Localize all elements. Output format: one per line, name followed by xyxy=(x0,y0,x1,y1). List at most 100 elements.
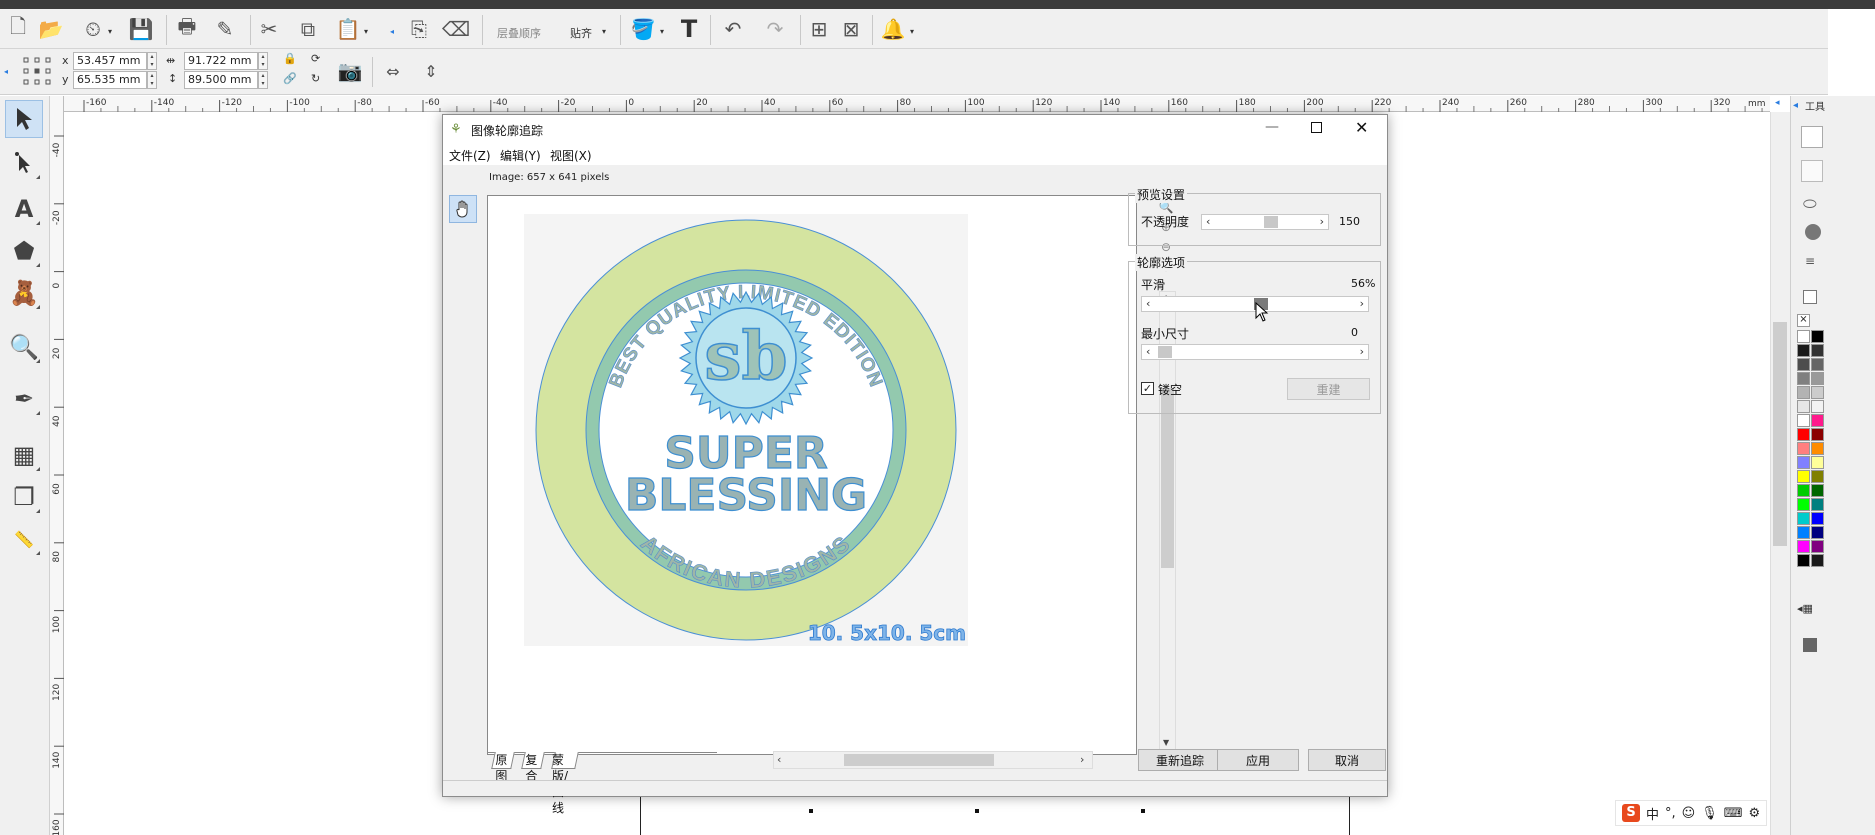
no-color-swatch[interactable]: ⨯ xyxy=(1797,314,1810,327)
clear-icon[interactable]: ⌫ xyxy=(442,16,470,42)
tab-original[interactable]: 原图 xyxy=(491,752,515,783)
cancel-button[interactable]: 取消 xyxy=(1308,749,1386,771)
ime-settings-icon[interactable]: ⚙ xyxy=(1749,806,1761,821)
lock-icon[interactable]: 🔒 xyxy=(283,52,297,65)
color-swatch[interactable] xyxy=(1811,554,1824,567)
x-position-field[interactable]: 53.457 mm xyxy=(73,52,147,70)
color-swatch[interactable] xyxy=(1797,554,1810,567)
menu-edit[interactable]: 编辑(Y) xyxy=(500,147,541,164)
reference-point-icon[interactable] xyxy=(22,55,52,87)
color-swatch[interactable] xyxy=(1811,400,1824,413)
ime-punct-icon[interactable]: °, xyxy=(1665,806,1676,821)
maximize-button[interactable] xyxy=(1311,122,1322,133)
color-swatch[interactable] xyxy=(1811,442,1824,455)
paste-icon[interactable]: 📋 xyxy=(335,16,361,42)
outline-swatch-icon[interactable] xyxy=(1803,290,1817,304)
import-icon[interactable]: ⎘ xyxy=(406,16,432,42)
min-size-slider-thumb[interactable] xyxy=(1158,346,1172,358)
reset-icon[interactable]: ↻ xyxy=(311,72,320,85)
tools-panel-tab[interactable]: 工具 xyxy=(1805,98,1825,113)
close-button[interactable]: ✕ xyxy=(1355,118,1368,137)
color-swatch[interactable] xyxy=(1811,512,1824,525)
panel-button[interactable] xyxy=(1801,160,1823,182)
color-swatch[interactable] xyxy=(1797,358,1810,371)
snap-label[interactable]: 贴齐 xyxy=(570,25,592,41)
group-icon[interactable]: ⊞ xyxy=(806,16,832,42)
pen-tool-icon[interactable]: ✒ xyxy=(5,380,43,418)
history-dropdown-icon[interactable]: ▾ xyxy=(108,27,112,36)
open-document-icon[interactable]: 📂 xyxy=(38,16,64,42)
ruler-scroll-left-icon[interactable]: ◂ xyxy=(1775,98,1780,108)
color-swatch[interactable] xyxy=(1811,484,1824,497)
copy-icon[interactable]: ⧉ xyxy=(295,16,321,42)
color-swatch[interactable] xyxy=(1797,456,1810,469)
color-swatch[interactable] xyxy=(1811,470,1824,483)
paint-bucket-icon[interactable]: 🪣 xyxy=(630,16,656,42)
menu-file[interactable]: 文件(Z) xyxy=(449,147,491,164)
color-swatch[interactable] xyxy=(1797,428,1810,441)
color-swatch[interactable] xyxy=(1811,414,1824,427)
x-spinner[interactable]: ▴ ▾ xyxy=(147,52,157,70)
fill-tool-icon[interactable]: ⬭ xyxy=(1803,194,1817,214)
panel-collapse-icon[interactable]: ◂ xyxy=(1793,100,1798,111)
color-swatch[interactable] xyxy=(1797,330,1810,343)
retrace-button[interactable]: 重新追踪 xyxy=(1138,749,1222,771)
circle-fill-icon[interactable] xyxy=(1805,224,1821,240)
print-icon[interactable]: 🖶 xyxy=(174,14,200,42)
opacity-slider[interactable]: ‹ › xyxy=(1201,214,1329,230)
menu-view[interactable]: 视图(X) xyxy=(550,147,592,164)
color-swatch[interactable] xyxy=(1797,498,1810,511)
width-field[interactable]: 91.722 mm xyxy=(184,52,258,70)
pen-icon[interactable]: ✎ xyxy=(212,16,238,42)
history-icon[interactable]: ⏲ xyxy=(80,16,106,42)
ruler-tool-icon[interactable]: 📏 xyxy=(5,520,43,558)
paste-dropdown-icon[interactable]: ▾ xyxy=(364,27,368,36)
color-swatch[interactable] xyxy=(1797,400,1810,413)
layers-tool-icon[interactable]: ❐ xyxy=(5,478,43,516)
apply-button[interactable]: 应用 xyxy=(1217,749,1299,771)
color-swatch[interactable] xyxy=(1811,456,1824,469)
color-swatch[interactable] xyxy=(1797,470,1810,483)
new-document-icon[interactable]: 🗋 xyxy=(5,14,31,42)
color-swatch[interactable] xyxy=(1797,442,1810,455)
rebuild-button[interactable]: 重建 xyxy=(1287,378,1370,400)
color-swatch[interactable] xyxy=(1797,512,1810,525)
color-swatch[interactable] xyxy=(1811,330,1824,343)
propbar-scroll-left-icon[interactable]: ◂ xyxy=(4,67,8,76)
lines-icon[interactable]: ≡ xyxy=(1805,254,1815,268)
toolbar-scroll-left-icon[interactable]: ◂ xyxy=(390,27,394,36)
height-field[interactable]: 89.500 mm xyxy=(184,71,258,89)
text-tool-icon[interactable]: A xyxy=(5,190,43,228)
color-swatch[interactable] xyxy=(1811,526,1824,539)
trace-preview-canvas[interactable]: BEST QUALITY LIMITED EDITION AFRICAN DES… xyxy=(487,195,1137,755)
height-spinner[interactable]: ▴ ▾ xyxy=(258,71,268,89)
color-swatch[interactable] xyxy=(1797,484,1810,497)
clipart-tool-icon[interactable]: 🧸 xyxy=(5,274,43,312)
ungroup-icon[interactable]: ⊠ xyxy=(838,16,864,42)
rotate-icon[interactable]: ⟳ xyxy=(311,52,320,65)
redo-icon[interactable]: ↷ xyxy=(762,16,788,42)
preview-horizontal-scrollbar[interactable]: ‹ › xyxy=(773,751,1093,769)
zoom-tool-icon[interactable]: 🔍 xyxy=(5,328,43,366)
color-swatch[interactable] xyxy=(1811,358,1824,371)
ime-keyboard-icon[interactable]: ⌨ xyxy=(1724,806,1743,821)
shape-tool-icon[interactable] xyxy=(5,144,43,182)
pattern-tool-icon[interactable]: ▦ xyxy=(5,436,43,474)
palette-menu-icon[interactable]: ◂▦ xyxy=(1797,602,1813,615)
ime-emoji-icon[interactable]: ☺ xyxy=(1682,806,1696,821)
color-swatch[interactable] xyxy=(1797,344,1810,357)
color-swatch[interactable] xyxy=(1811,372,1824,385)
ime-mic-icon[interactable]: 🎙 xyxy=(1701,806,1718,821)
ime-mode[interactable]: 中 xyxy=(1646,804,1659,823)
undo-icon[interactable]: ↶ xyxy=(720,16,746,42)
width-spinner[interactable]: ▴ ▾ xyxy=(258,52,268,70)
ime-logo-icon[interactable]: S xyxy=(1622,804,1640,822)
color-swatch[interactable] xyxy=(1797,386,1810,399)
camera-icon[interactable]: 📷 xyxy=(337,58,363,84)
color-swatch[interactable] xyxy=(1797,414,1810,427)
palette-options-icon[interactable] xyxy=(1803,638,1817,652)
y-spinner[interactable]: ▴ ▾ xyxy=(147,71,157,89)
paint-dropdown-icon[interactable]: ▾ xyxy=(660,27,664,36)
color-swatch[interactable] xyxy=(1811,498,1824,511)
minimize-button[interactable]: — xyxy=(1265,119,1279,135)
